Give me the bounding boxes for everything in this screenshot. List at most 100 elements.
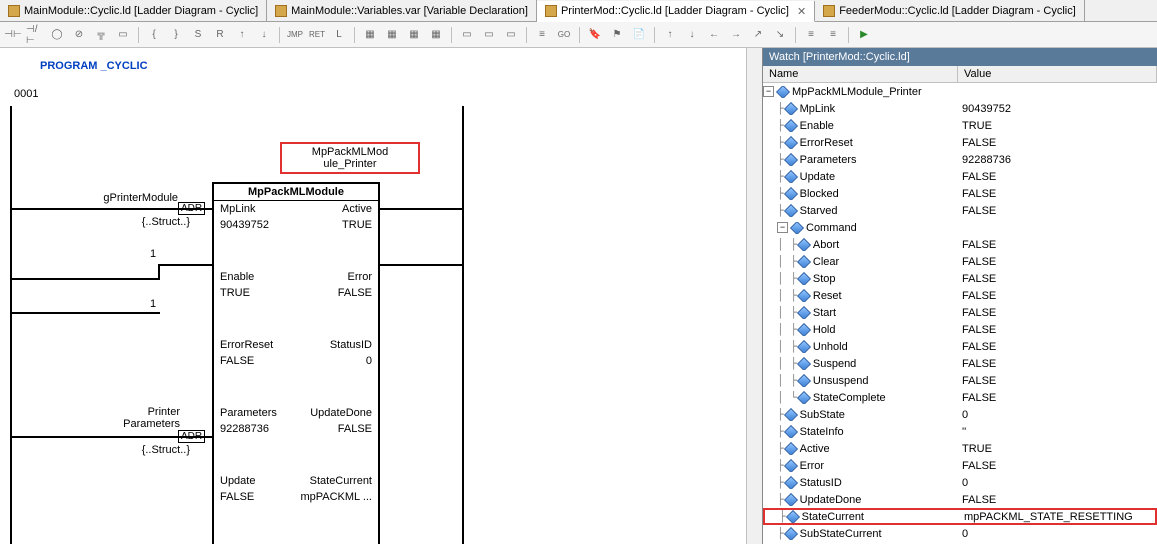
watch-row[interactable]: ├ErrorFALSE bbox=[763, 457, 1157, 474]
tool-arrow1[interactable]: ↗ bbox=[749, 26, 767, 44]
variable-icon bbox=[784, 527, 798, 540]
watch-row[interactable]: │ ├ClearFALSE bbox=[763, 253, 1157, 270]
variable-icon bbox=[797, 340, 811, 353]
watch-var-value: FALSE bbox=[958, 205, 1157, 217]
watch-row[interactable]: ├Parameters92288736 bbox=[763, 151, 1157, 168]
watch-row[interactable]: ├SubState0 bbox=[763, 406, 1157, 423]
fb-pin-value: FALSE bbox=[220, 355, 254, 367]
tool-jmp[interactable]: JMP bbox=[286, 26, 304, 44]
tool-nav-right[interactable]: → bbox=[727, 26, 745, 44]
tool-set[interactable]: S bbox=[189, 26, 207, 44]
collapse-icon[interactable]: − bbox=[777, 222, 788, 233]
tool-branch[interactable]: ╦ bbox=[92, 26, 110, 44]
watch-var-name: Error bbox=[800, 460, 824, 472]
watch-title: Watch [PrinterMod::Cyclic.ld] bbox=[763, 48, 1157, 66]
tool-grid4[interactable]: ▦ bbox=[427, 26, 445, 44]
watch-row[interactable]: ├StateCurrentmpPACKML_STATE_RESETTING bbox=[763, 508, 1157, 525]
close-icon[interactable]: ✕ bbox=[797, 5, 806, 18]
watch-row[interactable]: │ ├SuspendFALSE bbox=[763, 355, 1157, 372]
tool-ret[interactable]: RET bbox=[308, 26, 326, 44]
watch-row[interactable]: │ ├UnholdFALSE bbox=[763, 338, 1157, 355]
watch-var-name: SubStateCurrent bbox=[800, 528, 882, 540]
watch-var-name: Update bbox=[800, 171, 835, 183]
tool-align2[interactable]: ≡ bbox=[824, 26, 842, 44]
fb-pin-name: MpLink bbox=[220, 203, 255, 215]
tool-block[interactable]: ▭ bbox=[114, 26, 132, 44]
watch-var-value: FALSE bbox=[958, 341, 1157, 353]
editor-tab[interactable]: MainModule::Variables.var [Variable Decl… bbox=[267, 0, 537, 21]
tool-paren-close[interactable]: } bbox=[167, 26, 185, 44]
watch-row[interactable]: ├UpdateDoneFALSE bbox=[763, 491, 1157, 508]
watch-row[interactable]: ├StarvedFALSE bbox=[763, 202, 1157, 219]
tool-layout2[interactable]: ▭ bbox=[480, 26, 498, 44]
watch-row[interactable]: ├MpLink90439752 bbox=[763, 100, 1157, 117]
ladder-diagram-editor[interactable]: PROGRAM _CYCLIC 0001 MpPackMLMod ule_Pri… bbox=[0, 48, 746, 544]
tool-reset[interactable]: R bbox=[211, 26, 229, 44]
tool-edge-n[interactable]: ↓ bbox=[255, 26, 273, 44]
watch-row[interactable]: ├BlockedFALSE bbox=[763, 185, 1157, 202]
watch-row[interactable]: │ ├StopFALSE bbox=[763, 270, 1157, 287]
watch-row[interactable]: │ ├AbortFALSE bbox=[763, 236, 1157, 253]
watch-col-name[interactable]: Name bbox=[763, 66, 958, 82]
tool-lbl[interactable]: L bbox=[330, 26, 348, 44]
tool-goto[interactable]: GO bbox=[555, 26, 573, 44]
watch-row[interactable]: ├ActiveTRUE bbox=[763, 440, 1157, 457]
tool-layout1[interactable]: ▭ bbox=[458, 26, 476, 44]
tool-doc[interactable]: 📄 bbox=[630, 26, 648, 44]
tool-edge-p[interactable]: ↑ bbox=[233, 26, 251, 44]
fb-pin-value: FALSE bbox=[338, 287, 372, 299]
tool-grid1[interactable]: ▦ bbox=[361, 26, 379, 44]
tool-paren-open[interactable]: { bbox=[145, 26, 163, 44]
tool-layout3[interactable]: ▭ bbox=[502, 26, 520, 44]
collapse-icon[interactable]: − bbox=[763, 86, 774, 97]
watch-row[interactable]: ├SubStateCurrent0 bbox=[763, 525, 1157, 542]
watch-row[interactable]: ├StatusID0 bbox=[763, 474, 1157, 491]
file-icon bbox=[275, 5, 287, 17]
function-block[interactable]: MpPackMLModule MpLinkActive90439752TRUEE… bbox=[212, 182, 380, 544]
fb-instance-name: MpPackMLMod ule_Printer bbox=[280, 142, 420, 174]
watch-row[interactable]: │ ├HoldFALSE bbox=[763, 321, 1157, 338]
watch-row[interactable]: │ ├UnsuspendFALSE bbox=[763, 372, 1157, 389]
watch-row[interactable]: −MpPackMLModule_Printer bbox=[763, 83, 1157, 100]
tool-contact-nc[interactable]: ⊣/⊢ bbox=[26, 26, 44, 44]
editor-tab[interactable]: FeederModu::Cyclic.ld [Ladder Diagram - … bbox=[815, 0, 1085, 21]
file-icon bbox=[8, 5, 20, 17]
tool-nav-down[interactable]: ↓ bbox=[683, 26, 701, 44]
editor-tab[interactable]: MainModule::Cyclic.ld [Ladder Diagram - … bbox=[0, 0, 267, 21]
tool-align1[interactable]: ≡ bbox=[802, 26, 820, 44]
variable-icon bbox=[797, 323, 811, 336]
watch-row[interactable]: ├EnableTRUE bbox=[763, 117, 1157, 134]
tool-grid2[interactable]: ▦ bbox=[383, 26, 401, 44]
watch-row[interactable]: ├ErrorResetFALSE bbox=[763, 134, 1157, 151]
tool-grid3[interactable]: ▦ bbox=[405, 26, 423, 44]
tool-nav-left[interactable]: ← bbox=[705, 26, 723, 44]
tool-bookmark[interactable]: 🔖 bbox=[586, 26, 604, 44]
tool-coil[interactable]: ◯ bbox=[48, 26, 66, 44]
tool-contact-no[interactable]: ⊣⊢ bbox=[4, 26, 22, 44]
watch-var-name: Reset bbox=[813, 290, 842, 302]
watch-row[interactable]: ├StateInfo'' bbox=[763, 423, 1157, 440]
watch-var-value: FALSE bbox=[958, 188, 1157, 200]
tool-monitor[interactable]: ▶ bbox=[855, 26, 873, 44]
watch-col-value[interactable]: Value bbox=[958, 66, 1157, 82]
watch-row[interactable]: │ ├ResetFALSE bbox=[763, 287, 1157, 304]
editor-tabs: MainModule::Cyclic.ld [Ladder Diagram - … bbox=[0, 0, 1157, 22]
tool-arrow2[interactable]: ↘ bbox=[771, 26, 789, 44]
tool-list[interactable]: ≡ bbox=[533, 26, 551, 44]
tool-nav-up[interactable]: ↑ bbox=[661, 26, 679, 44]
editor-tab[interactable]: PrinterMod::Cyclic.ld [Ladder Diagram - … bbox=[537, 1, 815, 22]
watch-var-value: 0 bbox=[958, 477, 1157, 489]
adr-box: ADR bbox=[178, 202, 205, 215]
tool-coil-neg[interactable]: ⊘ bbox=[70, 26, 88, 44]
watch-tree[interactable]: −MpPackMLModule_Printer├MpLink90439752├E… bbox=[763, 83, 1157, 544]
fb-pin-name: Active bbox=[342, 203, 372, 215]
tool-flag[interactable]: ⚑ bbox=[608, 26, 626, 44]
watch-var-name: Stop bbox=[813, 273, 836, 285]
watch-row[interactable]: │ └StateCompleteFALSE bbox=[763, 389, 1157, 406]
watch-row[interactable]: ├UpdateFALSE bbox=[763, 168, 1157, 185]
watch-var-name: Enable bbox=[800, 120, 834, 132]
vertical-scrollbar[interactable] bbox=[746, 48, 762, 544]
watch-row[interactable]: −Command bbox=[763, 219, 1157, 236]
right-power-rail bbox=[462, 106, 464, 544]
watch-row[interactable]: │ ├StartFALSE bbox=[763, 304, 1157, 321]
